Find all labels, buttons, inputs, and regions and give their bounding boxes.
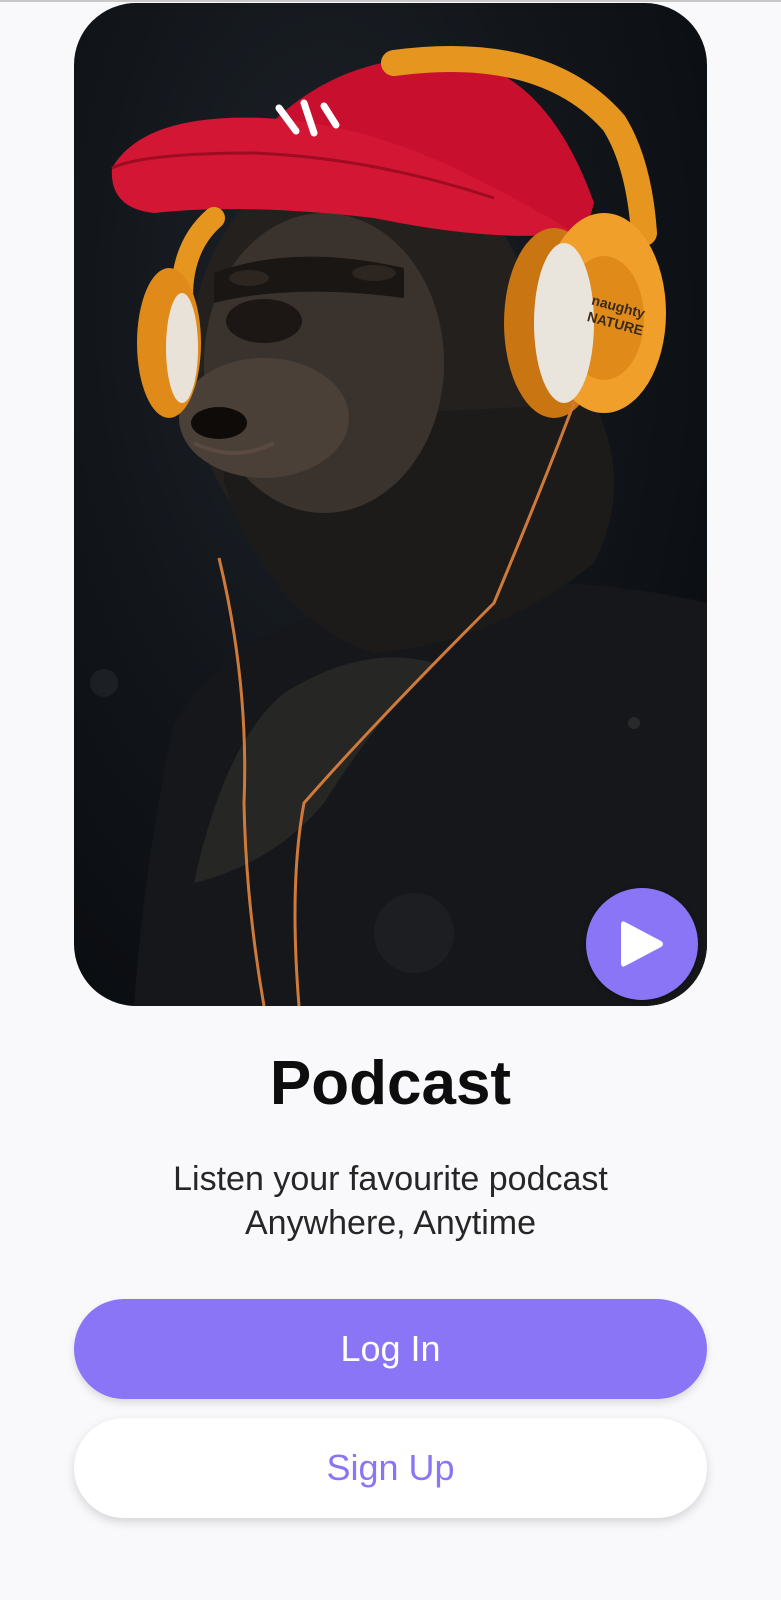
- page-title: Podcast: [269, 1049, 512, 1118]
- play-button[interactable]: [586, 888, 698, 1000]
- play-icon: [621, 921, 663, 967]
- subtitle-line-2: Anywhere, Anytime: [244, 1204, 537, 1242]
- gorilla-illustration: naughty NATURE: [90, 46, 707, 1006]
- status-bar-divider: [0, 0, 781, 2]
- login-button[interactable]: Log In: [74, 1299, 707, 1399]
- subtitle: Listen your favourite podcast Anywhere, …: [0, 1157, 781, 1245]
- signup-button[interactable]: Sign Up: [74, 1418, 707, 1518]
- hero-image: naughty NATURE: [74, 3, 707, 1006]
- subtitle-line-1: Listen your favourite podcast: [173, 1160, 608, 1198]
